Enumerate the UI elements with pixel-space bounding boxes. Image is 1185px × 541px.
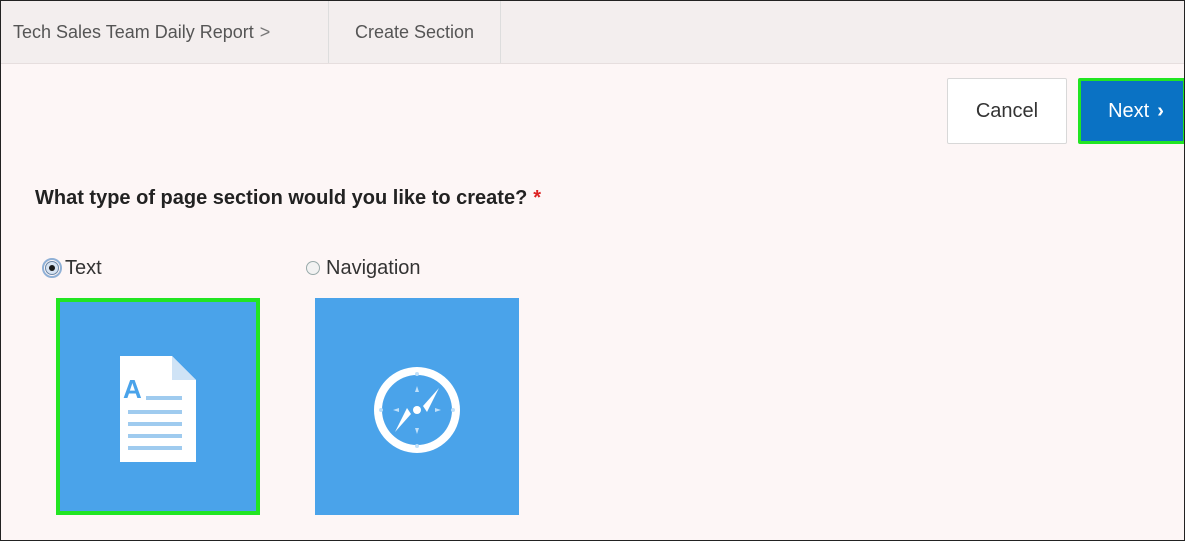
section-type-question: What type of page section would you like… [35,187,541,210]
question-text: What type of page section would you like… [35,187,528,209]
cancel-button[interactable]: Cancel [947,78,1067,144]
tile-text[interactable]: A [56,298,260,515]
breadcrumb-item-report[interactable]: Tech Sales Team Daily Report > [1,1,329,63]
breadcrumb: Tech Sales Team Daily Report > Create Se… [1,1,1184,64]
radio-navigation[interactable] [306,261,320,275]
svg-text:A: A [123,374,142,404]
create-section-page: Tech Sales Team Daily Report > Create Se… [0,0,1185,541]
tile-navigation[interactable] [315,298,519,515]
required-marker: * [533,187,542,209]
document-icon: A [120,356,196,462]
option-navigation[interactable]: Navigation [306,256,421,280]
next-button-label: Next [1108,99,1150,122]
radio-text[interactable] [42,258,62,278]
breadcrumb-separator: > [259,21,271,42]
compass-icon [374,367,460,453]
option-text[interactable]: Text [42,256,102,280]
next-button[interactable]: Next › [1078,78,1184,144]
chevron-right-icon: › [1157,99,1164,122]
option-navigation-label: Navigation [326,256,421,279]
option-text-label: Text [65,256,102,279]
breadcrumb-current-label: Create Section [354,21,475,42]
breadcrumb-item-label[interactable]: Tech Sales Team Daily Report [13,22,254,43]
breadcrumb-item-create-section: Create Section [329,1,501,63]
